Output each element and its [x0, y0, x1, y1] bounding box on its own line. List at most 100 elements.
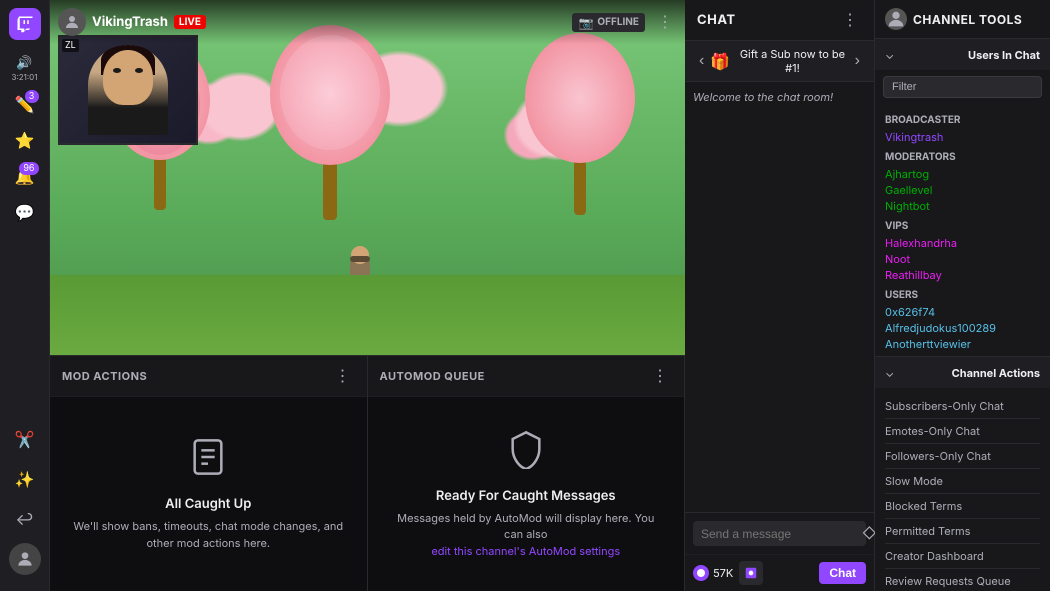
points-icon [693, 565, 709, 581]
chat-send-button[interactable]: Chat [819, 562, 866, 584]
sidebar-item-clip[interactable]: ✂️ [9, 423, 41, 455]
chat-title: CHAT [697, 12, 736, 28]
users-label: Users [885, 289, 1040, 301]
chat-input-row: ◇ 😊 [693, 521, 866, 546]
ct-actions-section: ⌄ Channel Actions Subscribers-Only Chat … [875, 357, 1050, 591]
automod-queue-icon [506, 429, 546, 478]
mod-actions-status-desc: We'll show bans, timeouts, chat mode cha… [70, 518, 347, 551]
ct-actions-title: Channel Actions [952, 366, 1040, 380]
tree-2 [270, 20, 390, 220]
twitch-logo[interactable] [9, 8, 41, 40]
chat-gift-banner: 🎁 Gift a Sub now to be #1! [710, 47, 848, 75]
mod-actions-title: MOD ACTIONS [62, 369, 147, 383]
chat-input[interactable] [701, 527, 856, 541]
webcam-person [88, 45, 168, 135]
live-badge: LIVE [174, 15, 206, 29]
chat-nav-prev[interactable]: ‹ [693, 50, 710, 72]
sidebar-item-sound[interactable]: 🔊 3:21:01 [9, 52, 41, 84]
ct-action-followers-only-chat[interactable]: Followers-Only Chat [885, 444, 1040, 469]
channel-points-icon-btn[interactable] [739, 561, 763, 585]
ct-avatar [885, 8, 907, 30]
ct-action-permitted-terms[interactable]: Permitted Terms [885, 519, 1040, 544]
ct-actions-header[interactable]: ⌄ Channel Actions [875, 357, 1050, 388]
automod-queue-status-desc: Messages held by AutoMod will display he… [388, 510, 665, 560]
points-count: 57K [713, 566, 733, 580]
sidebar-item-sparkle[interactable]: ✨ [9, 463, 41, 495]
ct-action-subscribers-only-chat[interactable]: Subscribers-Only Chat [885, 394, 1040, 419]
sidebar-item-chat[interactable]: 💬 [9, 196, 41, 228]
sidebar-item-bell[interactable]: 🔔 96 [9, 160, 41, 192]
vip-user-1[interactable]: Noot [885, 251, 1040, 267]
stream-controls-right: 📷 OFFLINE ⋮ [572, 10, 677, 34]
ct-title: CHANNEL TOOLS [913, 12, 1022, 27]
ground [50, 275, 685, 355]
mod-user-2[interactable]: Nightbot [885, 198, 1040, 214]
sidebar-item-exit[interactable]: ↩ [9, 503, 41, 535]
automod-settings-link[interactable]: edit this channel's AutoMod settings [431, 544, 620, 558]
user-1[interactable]: Alfredjudokus100289 [885, 320, 1040, 336]
stream-more-button[interactable]: ⋮ [653, 10, 677, 34]
ct-filter [875, 70, 1050, 104]
ct-action-emotes-only-chat[interactable]: Emotes-Only Chat [885, 419, 1040, 444]
chevron-down-icon: ⌄ [885, 47, 894, 62]
mod-actions-body: All Caught Up We'll show bans, timeouts,… [50, 397, 367, 591]
automod-queue-title: AUTOMOD QUEUE [380, 369, 485, 383]
ct-action-slow-mode[interactable]: Slow Mode [885, 469, 1040, 494]
chevron-down-icon-2: ⌄ [885, 365, 894, 380]
ct-users-header[interactable]: ⌄ Users In Chat [875, 39, 1050, 70]
tree-3 [525, 25, 635, 215]
clip-icon: ✂️ [15, 429, 35, 449]
mod-actions-more-button[interactable]: ⋮ [331, 364, 355, 388]
mod-actions-panel: MOD ACTIONS ⋮ All Caught Up We'll show b… [50, 356, 368, 591]
sound-time: 3:21:01 [12, 72, 38, 82]
main-content: VikingTrash LIVE 📷 OFFLINE ⋮ [50, 0, 685, 591]
sidebar-item-star[interactable]: ⭐ [9, 124, 41, 156]
user-0[interactable]: 0x626f74 [885, 304, 1040, 320]
webcam-face [103, 50, 153, 105]
ct-action-creator-dashboard[interactable]: Creator Dashboard [885, 544, 1040, 569]
chat-nav: ‹ 🎁 Gift a Sub now to be #1! › [685, 41, 874, 82]
sparkle-icon: ✨ [15, 469, 35, 489]
vip-user-2[interactable]: Reathillbay [885, 267, 1040, 283]
automod-queue-panel: AUTOMOD QUEUE ⋮ Ready For Caught Message… [368, 356, 686, 591]
broadcaster-user[interactable]: Vikingtrash [885, 129, 1040, 145]
mod-actions-icon [188, 437, 228, 486]
bell-badge: 96 [19, 162, 38, 175]
chat-header: CHAT ⋮ [685, 0, 874, 41]
webcam-inner: ZL [60, 37, 196, 143]
user-2[interactable]: Anotherttviewier [885, 336, 1040, 352]
gift-icon: 🎁 [710, 51, 730, 71]
chat-input-area: ◇ 😊 [685, 512, 874, 554]
ct-user-group: Broadcaster Vikingtrash Moderators Ajhar… [875, 104, 1050, 356]
chat-panel: CHAT ⋮ ‹ 🎁 Gift a Sub now to be #1! › We… [685, 0, 875, 591]
ct-action-review-requests-queue[interactable]: Review Requests Queue [885, 569, 1040, 591]
stream-video-wrapper: VikingTrash LIVE 📷 OFFLINE ⋮ [50, 0, 685, 355]
mod-user-0[interactable]: Ajhartog [885, 166, 1040, 182]
ct-header: CHANNEL TOOLS [875, 0, 1050, 39]
vips-label: VIPs [885, 220, 1040, 232]
chat-icon: 💬 [15, 202, 35, 222]
offline-badge: 📷 OFFLINE [572, 13, 645, 32]
sidebar-item-pencil[interactable]: ✏️ 3 [9, 88, 41, 120]
moderators-label: Moderators [885, 151, 1040, 163]
ct-action-blocked-terms[interactable]: Blocked Terms [885, 494, 1040, 519]
mod-actions-status-title: All Caught Up [165, 496, 251, 512]
automod-queue-header: AUTOMOD QUEUE ⋮ [368, 356, 685, 397]
chat-messages: Welcome to the chat room! [685, 82, 874, 512]
ct-actions-list: Subscribers-Only Chat Emotes-Only Chat F… [875, 388, 1050, 591]
channel-tools: CHANNEL TOOLS ⌄ Users In Chat Broadcaste… [875, 0, 1050, 591]
vip-user-0[interactable]: Halexhandrha [885, 235, 1040, 251]
mod-area: MOD ACTIONS ⋮ All Caught Up We'll show b… [50, 355, 685, 591]
chat-footer: 57K Chat [685, 554, 874, 591]
chat-more-button[interactable]: ⋮ [838, 8, 862, 32]
stream-username: VikingTrash [92, 14, 168, 30]
chat-nav-next[interactable]: › [849, 50, 866, 72]
mod-user-1[interactable]: Gaellevel [885, 182, 1040, 198]
camera-icon: 📷 [578, 15, 593, 30]
automod-queue-more-button[interactable]: ⋮ [648, 364, 672, 388]
user-avatar[interactable] [9, 543, 41, 575]
ct-users-section: ⌄ Users In Chat Broadcaster Vikingtrash … [875, 39, 1050, 357]
exit-icon: ↩ [15, 509, 33, 529]
ct-filter-input[interactable] [883, 76, 1042, 98]
stream-avatar [58, 8, 86, 36]
